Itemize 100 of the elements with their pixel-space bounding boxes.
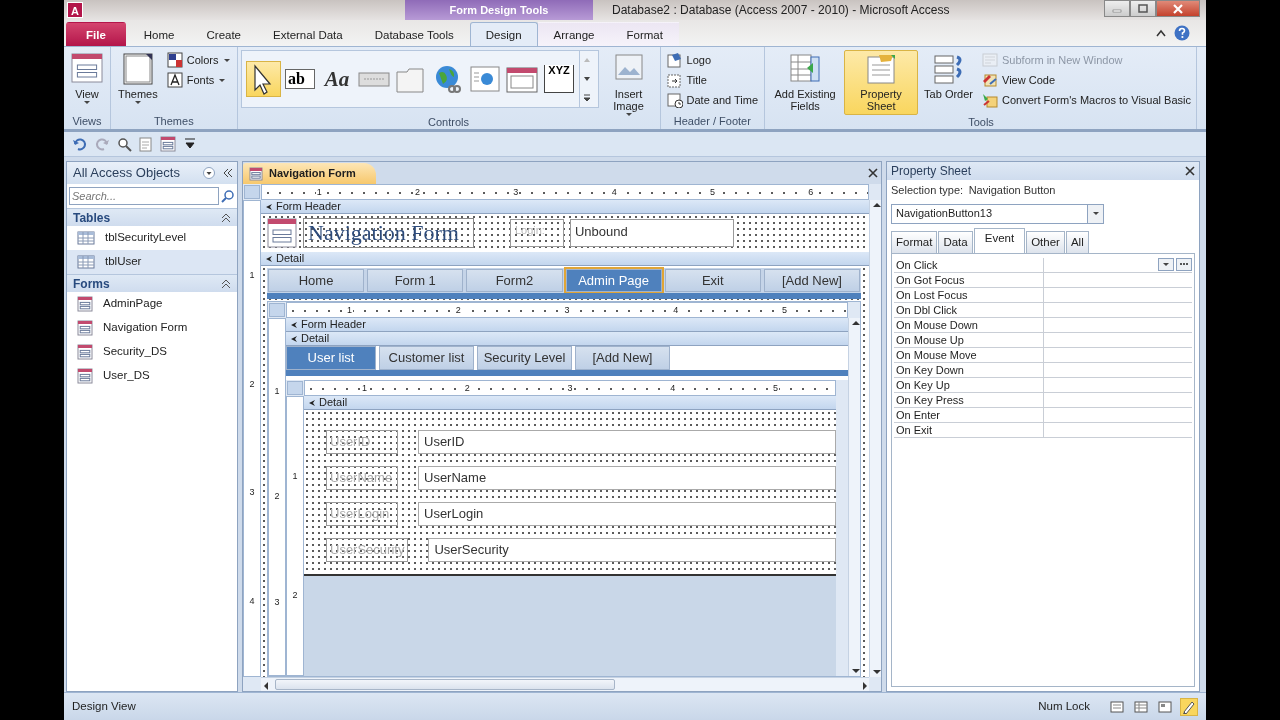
ribbon-button[interactable]: Themes [114, 50, 162, 108]
property-name: On Key Up [894, 377, 1044, 392]
navigation-button[interactable]: Form2 [466, 269, 563, 292]
login-label: Login: [509, 218, 564, 248]
ribbon-button[interactable]: View Code [979, 70, 1194, 90]
ruler-number: 3 [512, 187, 520, 197]
field-textbox[interactable]: UserLogin [418, 502, 836, 526]
ribbon-button[interactable]: Date and Time [663, 90, 762, 110]
property-name: On Lost Focus [894, 287, 1044, 302]
ribbon-tab[interactable]: File [66, 22, 126, 46]
ruler-number: 5 [708, 187, 716, 197]
nav-item[interactable]: tblUser [67, 250, 237, 274]
ribbon-button[interactable]: Insert Image [600, 50, 657, 120]
close-icon[interactable] [1185, 166, 1195, 176]
close-button[interactable] [1156, 0, 1200, 17]
search-icon[interactable] [221, 189, 235, 203]
ribbon-button[interactable]: Convert Form's Macros to Visual Basic [979, 90, 1194, 110]
section-icon [265, 254, 273, 263]
field-label: UserID [326, 430, 398, 454]
table-icon [77, 255, 95, 269]
property-name: On Enter [894, 407, 1044, 422]
maximize-button[interactable] [1130, 0, 1156, 17]
field-textbox[interactable]: UserSecurity [428, 538, 836, 562]
ribbon-button[interactable]: Title [663, 70, 762, 90]
subform-tab[interactable]: Security Level [477, 346, 572, 370]
property-tab[interactable]: Format [891, 230, 938, 253]
property-tab[interactable]: Event [973, 227, 1026, 253]
close-button[interactable] [868, 168, 878, 178]
ribbon-tab[interactable]: Home [127, 22, 191, 46]
ribbon-tab[interactable]: External Data [257, 22, 359, 46]
control-tool[interactable]: ab [282, 61, 318, 97]
control-tool[interactable]: Aa [319, 61, 355, 97]
view-button[interactable] [1180, 697, 1198, 716]
object-combo[interactable]: NavigationButton13 [891, 203, 1104, 224]
collapse-pane-icon[interactable] [223, 168, 233, 178]
scrollbar[interactable] [848, 318, 860, 676]
print-preview-icon[interactable] [116, 136, 132, 152]
nav-item[interactable]: Security_DS [67, 340, 237, 364]
group-label: Views [71, 114, 103, 129]
ribbon-tab[interactable]: Arrange [537, 22, 611, 46]
ribbon-button[interactable]: Add Existing Fields [768, 50, 843, 115]
ribbon-icon [71, 53, 103, 85]
selection-label: Selection type: [891, 183, 964, 198]
field-textbox[interactable]: UserID [418, 430, 836, 454]
help-icon[interactable] [1174, 25, 1190, 41]
app-logo: A [67, 2, 83, 18]
subform-tab[interactable]: [Add New] [575, 346, 670, 370]
dropdown-icon[interactable] [203, 167, 215, 179]
ribbon-button[interactable]: View [67, 50, 107, 108]
group-label: Controls [427, 115, 471, 130]
ribbon-tab[interactable]: Database Tools [358, 22, 470, 46]
ribbon-button[interactable]: Tab Order [920, 50, 977, 103]
scroll-thumb[interactable] [275, 679, 615, 690]
subform-tab[interactable]: User list [286, 346, 376, 370]
nav-item[interactable]: AdminPage [67, 292, 237, 316]
scrollbar[interactable] [869, 200, 881, 677]
login-textbox[interactable]: Unbound [569, 219, 734, 247]
form-icon [77, 368, 93, 384]
property-tab[interactable]: Data [938, 230, 973, 253]
ribbon-icon [166, 52, 183, 68]
field-textbox[interactable]: UserName [418, 466, 836, 490]
collapse-ribbon-icon[interactable] [1156, 29, 1166, 37]
navigation-button[interactable]: Form 1 [367, 269, 464, 292]
selection-type: Navigation Button [968, 183, 1056, 198]
navigation-button[interactable]: Admin Page [565, 269, 662, 292]
ruler-number: 2 [454, 305, 462, 315]
nav-item[interactable]: tblSecurityLevel [67, 226, 237, 250]
ribbon-icon [666, 72, 683, 88]
navigation-button[interactable]: [Add New] [763, 269, 861, 292]
field-label: UserSecurity [326, 538, 409, 562]
builder-button[interactable] [1176, 257, 1192, 271]
control-tool[interactable] [245, 61, 281, 97]
ribbon-button[interactable]: Property Sheet [844, 50, 919, 115]
ruler-number: 2 [463, 383, 471, 393]
property-name: On Key Press [894, 392, 1044, 407]
dropdown-icon [1091, 211, 1100, 216]
ruler-number: 2 [414, 187, 421, 197]
minimize-button[interactable] [1104, 0, 1130, 17]
document-tab[interactable]: Navigation Form [243, 163, 376, 184]
navigation-button[interactable]: Home [268, 269, 365, 292]
collapse-icon[interactable] [221, 212, 231, 223]
ribbon-button[interactable]: Colors [163, 50, 234, 70]
search-field[interactable]: Search... [69, 187, 219, 205]
form-icon[interactable] [160, 136, 176, 152]
ribbon-icon [982, 72, 998, 88]
ribbon-button[interactable]: Fonts [163, 70, 234, 90]
collapse-icon[interactable] [221, 278, 231, 289]
ribbon-tab[interactable]: Design [469, 22, 538, 46]
ribbon-tab[interactable]: Create [190, 22, 258, 46]
navigation-button[interactable]: Exit [664, 269, 761, 292]
property-tab[interactable]: Other [1026, 230, 1065, 253]
scrollbar[interactable] [261, 677, 869, 691]
ribbon-button[interactable]: Logo [663, 50, 762, 70]
property-tab[interactable]: All [1065, 230, 1089, 253]
dropdown-button[interactable] [1158, 257, 1174, 271]
nav-item[interactable]: User_DS [67, 364, 237, 388]
ribbon-tab[interactable]: Format [610, 22, 679, 46]
undo-icon[interactable] [72, 136, 88, 152]
nav-item[interactable]: Navigation Form [67, 316, 237, 340]
subform-tab[interactable]: Customer list [379, 346, 474, 370]
